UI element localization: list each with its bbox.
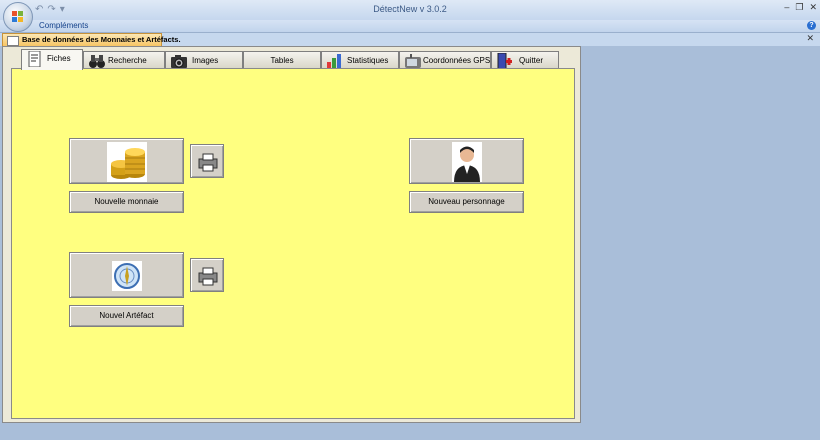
document-close-button[interactable]: ✕ xyxy=(806,33,814,44)
new-coin-button[interactable]: Nouvelle monnaie xyxy=(69,191,184,213)
tab-label: Quitter xyxy=(519,56,544,65)
new-person-image-button[interactable] xyxy=(409,138,524,184)
tab-label: Statistiques xyxy=(347,56,389,65)
tab-coordonnees-gps[interactable]: Coordonnées GPS xyxy=(399,51,491,69)
coins-icon xyxy=(107,142,147,182)
print-coin-button[interactable] xyxy=(190,144,224,178)
ribbon-tab-complements[interactable]: Compléments xyxy=(39,21,88,30)
tab-tables[interactable]: Tables xyxy=(243,51,321,69)
tab-label: Tables xyxy=(270,56,294,65)
tab-label: Coordonnées GPS xyxy=(423,56,491,65)
gps-device-icon xyxy=(405,54,421,68)
tab-images[interactable]: Images xyxy=(165,51,243,69)
form-icon xyxy=(7,36,19,46)
new-artifact-label: Nouvel Artéfact xyxy=(99,311,154,320)
restore-button[interactable]: ❐ xyxy=(795,2,803,13)
help-icon[interactable]: ? xyxy=(807,21,816,30)
window-controls: – ❐ ✕ xyxy=(784,2,817,13)
camera-icon xyxy=(171,55,187,68)
printer-icon xyxy=(198,267,218,286)
new-coin-image-button[interactable] xyxy=(69,138,184,184)
fiches-panel: Nouvelle monnaie Nouveau personnage Nouv… xyxy=(11,68,575,419)
bar-chart-icon xyxy=(327,54,341,69)
tab-recherche[interactable]: Recherche xyxy=(83,51,165,69)
document-tab-label: Base de données des Monnaies et Artéfact… xyxy=(22,35,181,44)
close-button[interactable]: ✕ xyxy=(809,2,817,13)
minimize-button[interactable]: – xyxy=(784,2,789,13)
person-icon xyxy=(452,142,482,182)
tab-fiches[interactable]: Fiches xyxy=(21,49,83,70)
new-person-button[interactable]: Nouveau personnage xyxy=(409,191,524,213)
artifact-compass-icon xyxy=(112,261,142,291)
office-logo-icon xyxy=(12,11,24,23)
window-title: DétectNew v 3.0.2 xyxy=(373,4,447,14)
print-artifact-button[interactable] xyxy=(190,258,224,292)
document-tab-bar: Base de données des Monnaies et Artéfact… xyxy=(0,33,820,46)
new-artifact-image-button[interactable] xyxy=(69,252,184,298)
exit-door-icon xyxy=(497,53,512,69)
new-artifact-button[interactable]: Nouvel Artéfact xyxy=(69,305,184,327)
document-icon xyxy=(28,51,41,67)
new-coin-label: Nouvelle monnaie xyxy=(94,197,159,206)
new-person-label: Nouveau personnage xyxy=(428,197,505,206)
main-form: Fiches Recherche Images Tables Statistiq… xyxy=(2,46,581,423)
tab-label: Recherche xyxy=(108,56,147,65)
title-bar: ↶ ↷ ▾ DétectNew v 3.0.2 – ❐ ✕ xyxy=(0,0,820,20)
tab-quitter[interactable]: Quitter xyxy=(491,51,559,69)
document-tab[interactable]: Base de données des Monnaies et Artéfact… xyxy=(2,33,181,46)
tab-label: Fiches xyxy=(47,54,71,63)
ribbon-bar: Compléments ? xyxy=(0,20,820,33)
tab-label: Images xyxy=(192,56,219,65)
printer-icon xyxy=(198,153,218,172)
binoculars-icon xyxy=(89,55,105,68)
office-button[interactable] xyxy=(3,2,33,32)
tab-statistiques[interactable]: Statistiques xyxy=(321,51,399,69)
